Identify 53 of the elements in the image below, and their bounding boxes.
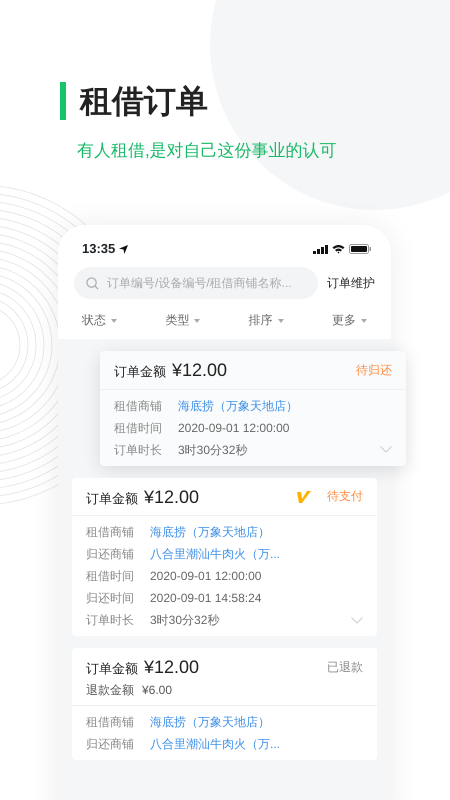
field-label: 租借时间 (86, 568, 135, 585)
status-time: 13:35 (82, 240, 116, 258)
chevron-down-icon[interactable] (351, 616, 363, 624)
caret-icon (278, 318, 284, 323)
field-label: 租借商铺 (114, 398, 163, 414)
field-value: 3时30分32秒 (178, 442, 248, 458)
amount-value: ¥12.00 (144, 486, 200, 508)
field-label: 租借时间 (114, 420, 163, 436)
promo-subtitle: 有人租借,是对自己这份事业的认可 (77, 140, 338, 162)
filter-dropdown[interactable]: 状态 (82, 311, 117, 329)
field-value: 3时30分32秒 (150, 612, 220, 629)
field-label: 租借商铺 (86, 714, 135, 730)
filter-dropdown[interactable]: 排序 (248, 311, 284, 329)
signal-icon (313, 244, 328, 254)
shop-link[interactable]: 海底捞（万象天地店） (150, 710, 270, 732)
order-status: 已退款 (327, 660, 363, 675)
field-label: 租借商铺 (86, 524, 135, 541)
shop-link[interactable]: 海底捞（万象天地店） (150, 521, 270, 543)
wifi-icon (332, 244, 345, 254)
amount-value: ¥12.00 (172, 359, 228, 382)
shop-link[interactable]: 八合里潮汕牛肉火（万... (150, 543, 280, 565)
battery-icon (349, 244, 371, 254)
shop-link[interactable]: 海底捞（万象天地店） (178, 394, 298, 416)
order-card[interactable]: 订单金额 ¥12.00 已退款 退款金额 ¥6.00 租借商铺 海底捞（万象天地店） 归还商铺 八合里潮汕牛肉火（万... (72, 648, 377, 760)
order-status: 待支付 (327, 489, 363, 504)
field-label: 订单时长 (114, 442, 163, 458)
field-value: 2020-09-01 14:58:24 (150, 590, 262, 607)
order-card[interactable]: 订单金额 ¥12.00 待归还 租借商铺 海底捞（万象天地店） 租借时间 2020-09-01 12:00:00 订单时长 3时30分32秒 (100, 351, 406, 466)
field-value: 2020-09-01 12:00:00 (150, 568, 262, 585)
filter-dropdown[interactable]: 类型 (165, 311, 200, 329)
field-label: 归还时间 (86, 590, 135, 607)
refund-value: ¥6.00 (142, 682, 172, 698)
chevron-down-icon[interactable] (380, 446, 392, 453)
amount-label: 订单金额 (114, 364, 166, 380)
shop-link[interactable]: 八合里潮汕牛肉火（万... (150, 732, 280, 754)
promo-title: 租借订单 (60, 82, 450, 120)
refund-label: 退款金额 (86, 682, 134, 698)
caret-icon (111, 318, 117, 323)
order-status: 待归还 (356, 362, 392, 378)
amount-value: ¥12.00 (144, 656, 200, 678)
caret-icon (360, 318, 367, 323)
order-maintenance-link[interactable]: 订单维护 (327, 274, 375, 292)
amount-label: 订单金额 (86, 490, 138, 507)
caret-icon (194, 318, 200, 323)
amount-label: 订单金额 (86, 661, 138, 678)
field-value: 2020-09-01 12:00:00 (178, 420, 290, 436)
location-arrow-icon (119, 244, 128, 254)
search-icon (86, 276, 99, 290)
field-label: 归还商铺 (86, 736, 135, 752)
field-label: 订单时长 (86, 612, 135, 629)
field-label: 归还商铺 (86, 546, 135, 563)
order-card[interactable]: 订单金额 ¥12.00 待支付 租借商铺 海底捞（万象天地店） 归还商铺 八合里潮汕牛肉火（万... 租借时间 2020-09-01 12:00:00 归还时间 2020-09-01 14:58:24 订单时长 3时30分32秒 (72, 478, 377, 636)
filter-dropdown[interactable]: 更多 (332, 311, 367, 329)
